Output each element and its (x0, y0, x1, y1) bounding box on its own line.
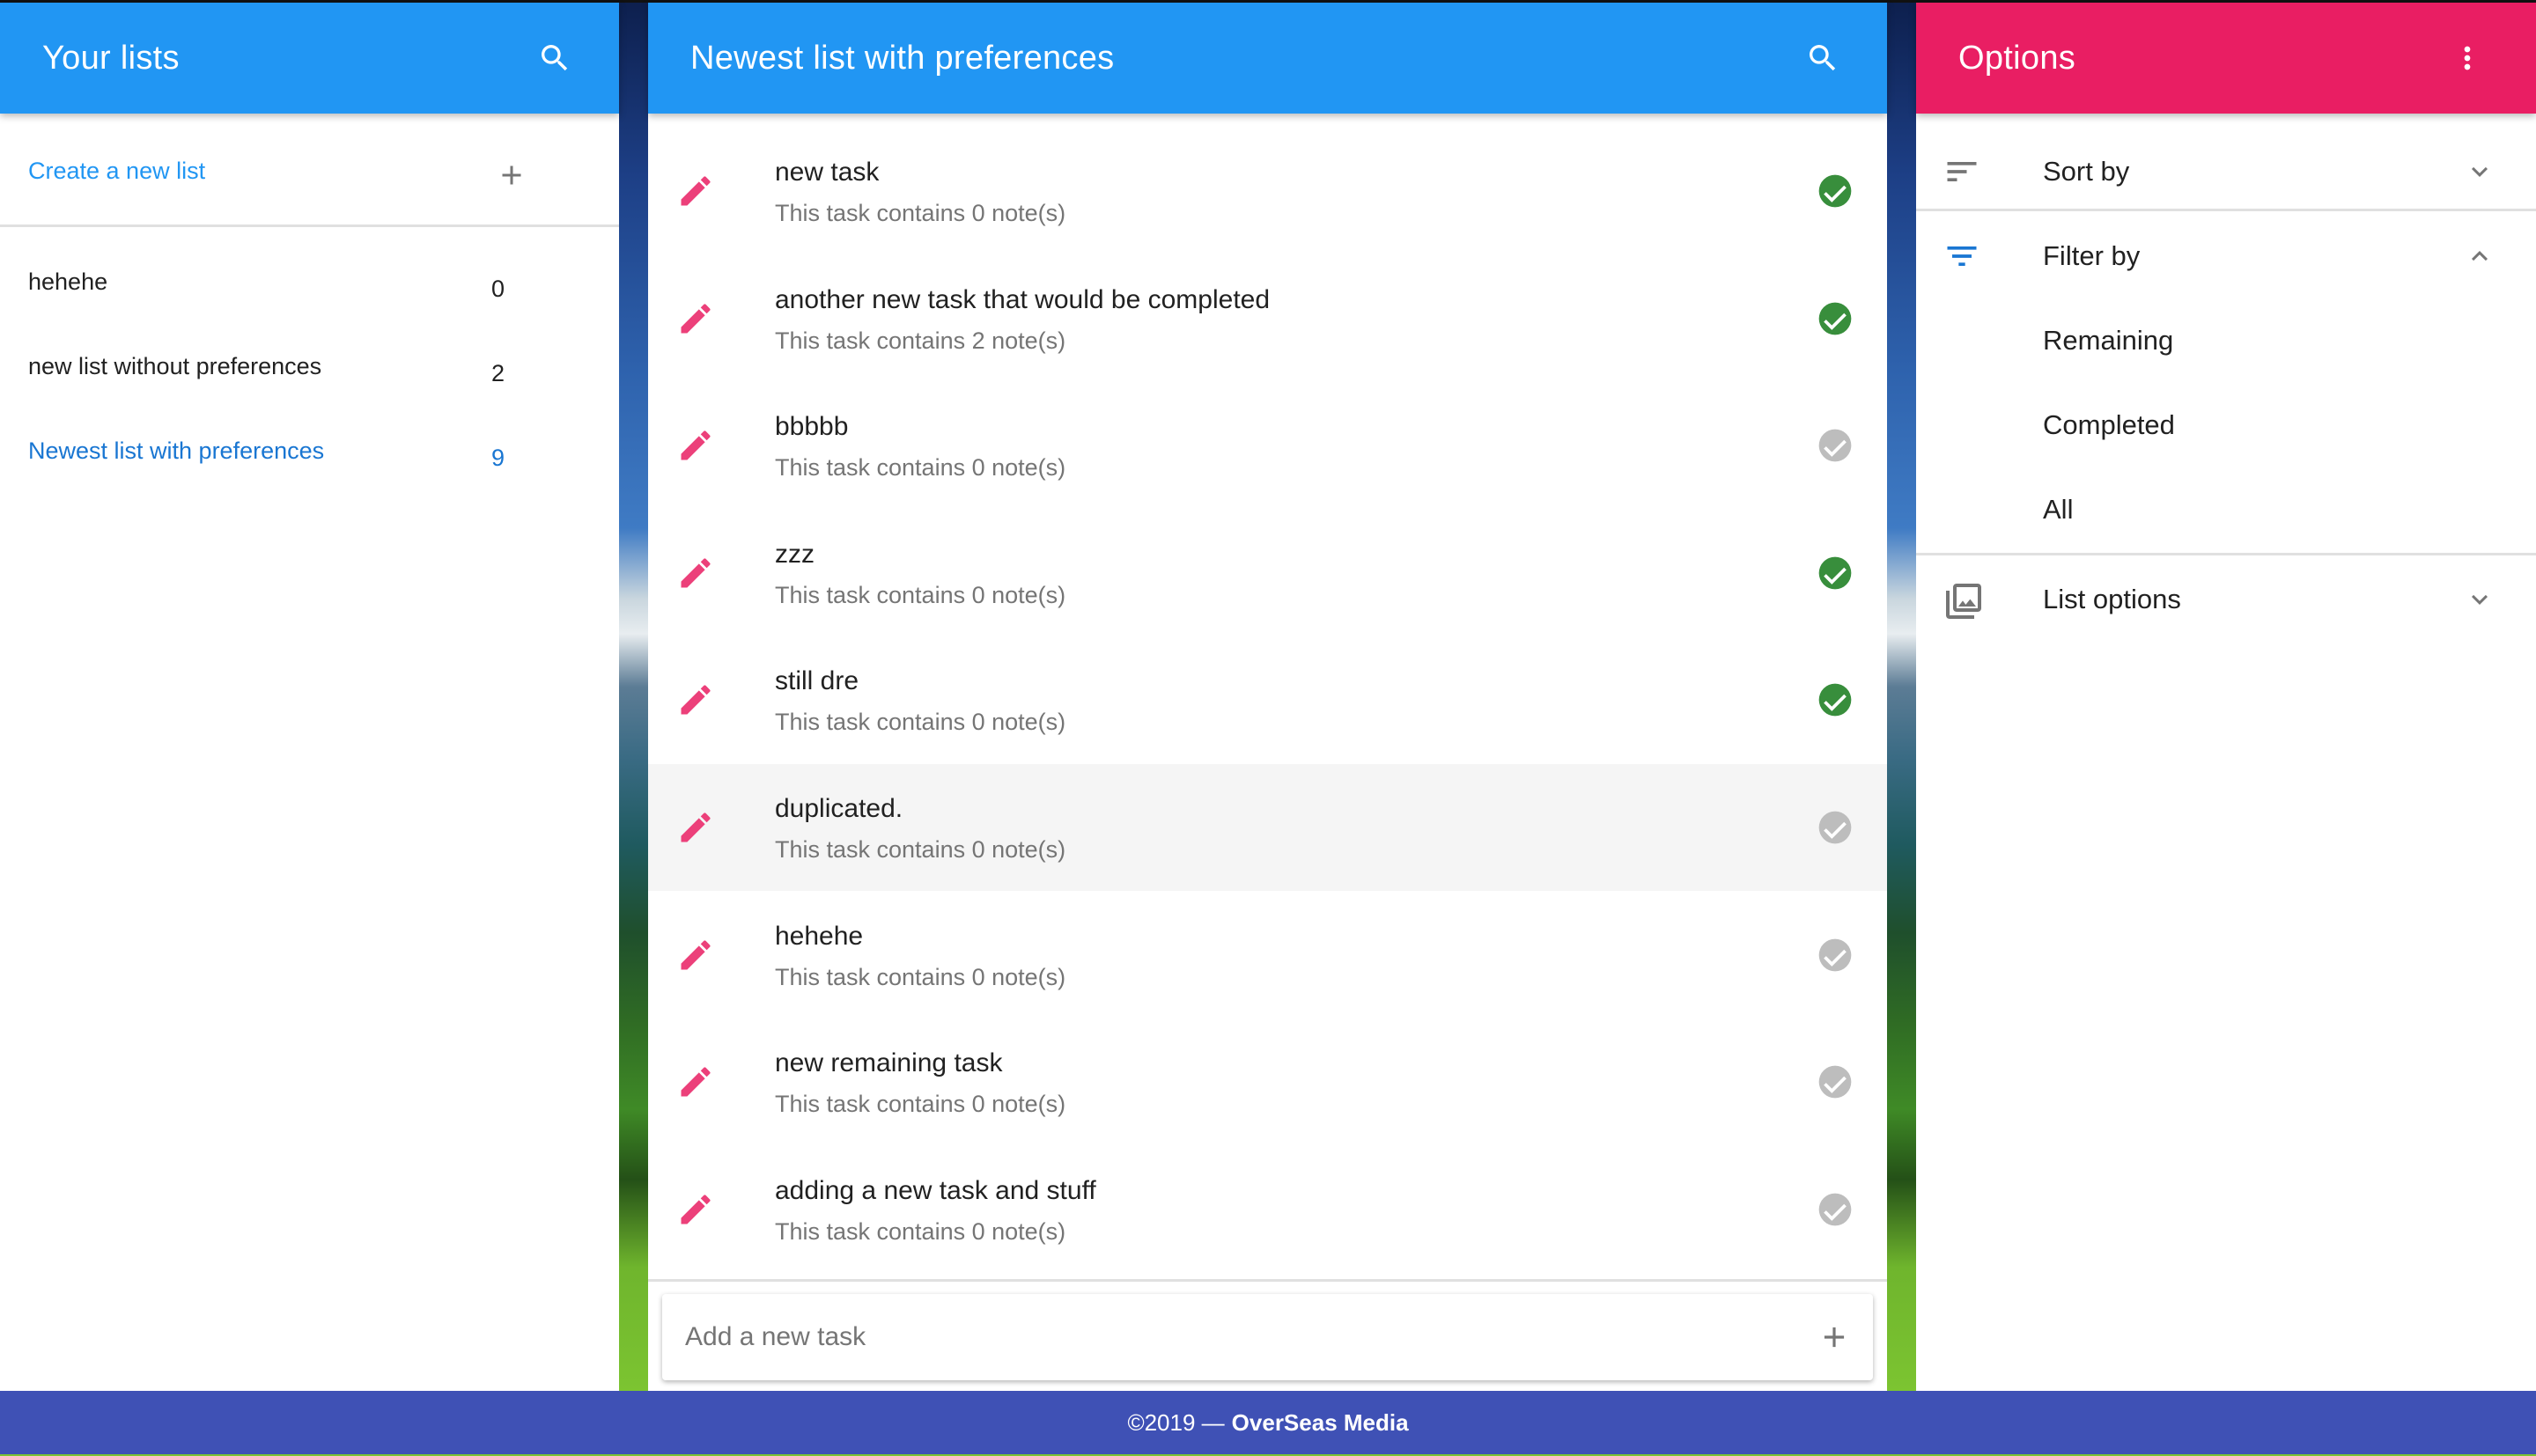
tasks-title: Newest list with preferences (690, 39, 1115, 77)
task-name: adding a new task and stuff (775, 1175, 1096, 1205)
task-row[interactable]: zzz This task contains 0 note(s) (648, 510, 1887, 636)
task-name: new task (775, 158, 880, 187)
filter-option-label: All (2043, 494, 2074, 525)
plus-icon[interactable] (496, 159, 527, 191)
task-row[interactable]: bbbbb This task contains 0 note(s) (648, 382, 1887, 509)
filter-option-completed[interactable]: Completed (1916, 383, 2536, 467)
chevron-down-icon (2464, 156, 2495, 188)
check-circle-outline-icon[interactable] (1816, 1063, 1854, 1101)
check-circle-outline-icon[interactable] (1816, 1190, 1854, 1229)
lists-search-button[interactable] (527, 30, 583, 86)
footer: ©2019 — OverSeas Media (0, 1391, 2536, 1454)
sort-by-label: Sort by (2043, 156, 2130, 187)
task-row[interactable]: another new task that would be completed… (648, 255, 1887, 382)
chevron-down-icon (2464, 584, 2495, 615)
task-notes-count: This task contains 0 note(s) (775, 1091, 1066, 1118)
list-options-label: List options (2043, 584, 2181, 614)
create-list-link[interactable]: Create a new list (28, 158, 205, 185)
task-row[interactable]: new task This task contains 0 note(s) (648, 128, 1887, 254)
pencil-icon[interactable] (676, 426, 715, 465)
add-task-card (662, 1294, 1873, 1380)
tasks-panel: Newest list with preferences new task Thi… (648, 3, 1887, 1391)
filter-option-label: Remaining (2043, 325, 2174, 356)
check-circle-icon[interactable] (1816, 299, 1854, 338)
check-circle-icon[interactable] (1816, 680, 1854, 719)
task-notes-count: This task contains 0 note(s) (775, 454, 1066, 482)
pencil-icon[interactable] (676, 936, 715, 974)
task-notes-count: This task contains 0 note(s) (775, 1217, 1066, 1245)
check-circle-outline-icon[interactable] (1816, 808, 1854, 847)
list-item[interactable]: new list without preferences 2 (0, 328, 619, 413)
task-name: duplicated. (775, 794, 903, 823)
task-name: new remaining task (775, 1048, 1003, 1078)
task-row[interactable]: hehehe This task contains 0 note(s) (648, 892, 1887, 1018)
task-notes-count: This task contains 0 note(s) (775, 709, 1066, 736)
pencil-icon[interactable] (676, 680, 715, 719)
task-name: zzz (775, 539, 815, 569)
pencil-icon[interactable] (676, 299, 715, 338)
options-title: Options (1958, 39, 2076, 77)
footer-copyright: ©2019 — (1127, 1408, 1225, 1436)
task-notes-count: This task contains 0 note(s) (775, 200, 1066, 226)
task-name: hehehe (775, 921, 864, 951)
task-notes-count: This task contains 0 note(s) (775, 581, 1066, 608)
task-row[interactable]: still dre This task contains 0 note(s) (648, 636, 1887, 763)
list-item[interactable]: Newest list with preferences 9 (0, 413, 619, 497)
more-vert-icon (2450, 40, 2485, 76)
add-task-plus-icon[interactable] (1817, 1320, 1851, 1354)
options-menu-button[interactable] (2439, 30, 2495, 86)
options-appbar: Options (1916, 3, 2536, 114)
list-item-name: hehehe (28, 268, 108, 295)
task-list-divider (648, 1279, 1887, 1282)
chevron-up-icon (2464, 240, 2495, 272)
options-panel: Options Sort by Filter by Remaining Comp… (1916, 3, 2536, 1391)
add-task-input[interactable] (662, 1294, 1789, 1380)
search-icon (1805, 40, 1840, 76)
task-name: still dre (775, 666, 859, 696)
create-list-row: Create a new list (0, 114, 619, 227)
pencil-icon[interactable] (676, 554, 715, 592)
lists-title: Your lists (42, 39, 180, 77)
task-row[interactable]: duplicated. This task contains 0 note(s) (648, 764, 1887, 891)
photo-library-icon (1943, 580, 1981, 619)
task-notes-count: This task contains 0 note(s) (775, 963, 1066, 990)
list-options-row[interactable]: List options (1916, 557, 2536, 642)
tasks-appbar: Newest list with preferences (648, 3, 1887, 114)
check-circle-icon[interactable] (1816, 172, 1854, 210)
task-name: another new task that would be completed (775, 284, 1271, 314)
lists-panel: Your lists Create a new list hehehe 0 new … (0, 3, 619, 1391)
task-notes-count: This task contains 0 note(s) (775, 836, 1066, 863)
options-divider (1916, 209, 2536, 211)
task-row[interactable]: new remaining task This task contains 0 n… (648, 1018, 1887, 1145)
pencil-icon[interactable] (676, 172, 715, 210)
options-divider (1916, 553, 2536, 555)
lists-appbar: Your lists (0, 3, 619, 114)
tasks-search-button[interactable] (1795, 30, 1851, 86)
search-icon (537, 40, 572, 76)
filter-option-remaining[interactable]: Remaining (1916, 298, 2536, 383)
filter-option-label: Completed (2043, 409, 2175, 440)
check-circle-outline-icon[interactable] (1816, 936, 1854, 974)
task-name: bbbbb (775, 412, 849, 442)
pencil-icon[interactable] (676, 1063, 715, 1101)
task-row[interactable]: adding a new task and stuff This task con… (648, 1146, 1887, 1273)
list-item-count: 9 (491, 445, 505, 471)
list-item-name: Newest list with preferences (28, 438, 325, 464)
check-circle-icon[interactable] (1816, 554, 1854, 592)
check-circle-outline-icon[interactable] (1816, 426, 1854, 465)
sort-icon (1943, 152, 1981, 191)
pencil-icon[interactable] (676, 1190, 715, 1229)
sort-by-row[interactable]: Sort by (1916, 129, 2536, 214)
list-item[interactable]: hehehe 0 (0, 244, 619, 328)
filter-option-all[interactable]: All (1916, 467, 2536, 552)
task-notes-count: This task contains 2 note(s) (775, 327, 1066, 354)
list-item-name: new list without preferences (28, 353, 322, 379)
footer-brand: OverSeas Media (1231, 1408, 1409, 1436)
filter-by-row[interactable]: Filter by (1916, 214, 2536, 298)
filter-icon (1943, 237, 1981, 276)
filter-by-label: Filter by (2043, 240, 2141, 271)
pencil-icon[interactable] (676, 808, 715, 847)
list-item-count: 2 (491, 360, 505, 386)
list-item-count: 0 (491, 276, 505, 302)
